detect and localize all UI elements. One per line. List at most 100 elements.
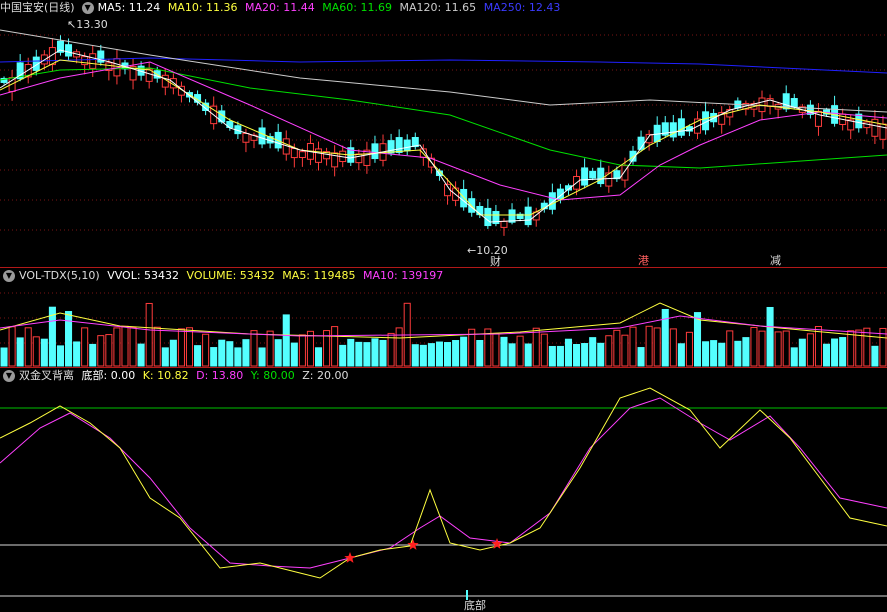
volume-bar bbox=[0, 347, 8, 367]
volume-bar bbox=[444, 342, 452, 367]
volume-bar bbox=[81, 327, 89, 367]
volume-bar bbox=[32, 336, 40, 367]
volume-bar bbox=[758, 330, 766, 367]
volume-bar bbox=[831, 338, 839, 367]
volume-bar bbox=[242, 339, 250, 367]
candlestick bbox=[89, 53, 97, 69]
volume-bar bbox=[718, 342, 726, 367]
volume-bar bbox=[395, 327, 403, 367]
volume-bar bbox=[169, 339, 177, 367]
volume-bar bbox=[24, 327, 32, 367]
volume-bar bbox=[637, 347, 645, 367]
volume-bar bbox=[137, 343, 145, 367]
chevron-down-icon[interactable]: ▼ bbox=[3, 270, 15, 282]
volume-readout: VOLUME: 53432 bbox=[186, 269, 275, 282]
ma120-readout: MA120: 11.65 bbox=[399, 1, 477, 14]
volume-bar bbox=[427, 343, 435, 367]
k-line bbox=[0, 387, 887, 579]
volume-bar bbox=[839, 337, 847, 367]
volume-bar bbox=[274, 339, 282, 367]
event-marker-finance[interactable]: 财 bbox=[490, 253, 501, 269]
high-price-label: ↖13.30 bbox=[67, 18, 108, 31]
volume-bar bbox=[669, 328, 677, 367]
volume-bar bbox=[56, 345, 65, 367]
bottom-signal-label: 底部 bbox=[464, 599, 486, 612]
volume-bar bbox=[798, 338, 806, 367]
volume-bar bbox=[476, 340, 484, 367]
signal-star bbox=[407, 539, 419, 550]
volume-bar bbox=[766, 306, 774, 367]
event-marker-hk[interactable]: 港 bbox=[638, 252, 649, 268]
volume-bar bbox=[355, 341, 363, 367]
volume-bar bbox=[121, 325, 129, 367]
volume-bar bbox=[685, 331, 693, 367]
indicator-chart[interactable] bbox=[0, 368, 887, 612]
volume-bar bbox=[532, 327, 540, 367]
volume-bar bbox=[339, 344, 347, 367]
volume-bar bbox=[298, 334, 306, 367]
volume-bar bbox=[105, 334, 113, 367]
volume-bar bbox=[65, 311, 73, 367]
volume-bar bbox=[750, 326, 758, 367]
candlestick bbox=[581, 167, 589, 186]
volume-bar bbox=[524, 343, 532, 367]
volume-panel-header: ▼ VOL-TDX(5,10) VVOL: 53432 VOLUME: 53432… bbox=[0, 268, 447, 284]
candlestick bbox=[790, 98, 798, 108]
volume-bar bbox=[113, 327, 121, 367]
candlestick bbox=[298, 151, 306, 158]
vol-indicator-name: VOL-TDX(5,10) bbox=[19, 269, 100, 282]
volume-bar bbox=[774, 331, 782, 367]
candlestick bbox=[524, 206, 532, 226]
signal-star bbox=[344, 552, 356, 563]
volume-bar bbox=[702, 341, 710, 367]
candlestick bbox=[395, 137, 403, 153]
k-readout: K: 10.82 bbox=[142, 369, 189, 382]
candlestick bbox=[242, 132, 250, 143]
low-price-label: ←10.20 bbox=[467, 244, 508, 257]
volume-bar bbox=[597, 342, 605, 367]
volume-bar bbox=[492, 333, 500, 367]
vvol-readout: VVOL: 53432 bbox=[107, 269, 180, 282]
volume-bar bbox=[581, 343, 589, 367]
volume-bar bbox=[661, 308, 669, 367]
volume-bar bbox=[460, 336, 468, 367]
volume-bar bbox=[653, 327, 661, 367]
volume-bar bbox=[129, 327, 137, 367]
volume-bar bbox=[185, 327, 194, 367]
volume-bar bbox=[589, 337, 597, 367]
volume-bar bbox=[710, 340, 718, 367]
d-readout: D: 13.80 bbox=[196, 369, 244, 382]
chevron-down-icon[interactable]: ▼ bbox=[81, 2, 94, 14]
volume-bar bbox=[306, 330, 314, 367]
volume-bar bbox=[331, 326, 339, 367]
volume-bar bbox=[613, 329, 621, 367]
stock-name: 中国宝安 bbox=[0, 1, 44, 14]
volume-bar bbox=[508, 343, 516, 367]
volume-bar bbox=[806, 333, 814, 367]
volume-bar bbox=[411, 344, 419, 367]
volume-bar bbox=[548, 345, 556, 367]
vol-ma10-readout: MA10: 139197 bbox=[363, 269, 444, 282]
volume-bar bbox=[258, 347, 266, 367]
volume-bar bbox=[573, 344, 581, 367]
volume-bar bbox=[226, 341, 234, 367]
volume-bar bbox=[282, 314, 290, 367]
chevron-down-icon[interactable]: ▼ bbox=[3, 370, 15, 382]
volume-bar bbox=[734, 340, 742, 367]
price-chart[interactable] bbox=[0, 0, 887, 267]
event-marker-reduce[interactable]: 减 bbox=[770, 252, 781, 268]
candlestick bbox=[290, 147, 298, 159]
volume-bar bbox=[73, 341, 81, 367]
volume-bar bbox=[863, 327, 871, 367]
volume-bar bbox=[435, 341, 444, 367]
volume-bar bbox=[194, 345, 202, 367]
volume-bar bbox=[726, 330, 734, 367]
volume-bar bbox=[556, 345, 564, 367]
ma250-readout: MA250: 12.43 bbox=[483, 1, 561, 14]
volume-bar bbox=[629, 326, 637, 367]
ma10-readout: MA10: 11.36 bbox=[167, 1, 238, 14]
volume-bar bbox=[814, 325, 822, 367]
volume-bar bbox=[16, 337, 24, 367]
indicator-panel-header: ▼ 双金叉背离 底部: 0.00 K: 10.82 D: 13.80 Y: 80.… bbox=[0, 368, 352, 384]
d-line bbox=[0, 397, 887, 569]
